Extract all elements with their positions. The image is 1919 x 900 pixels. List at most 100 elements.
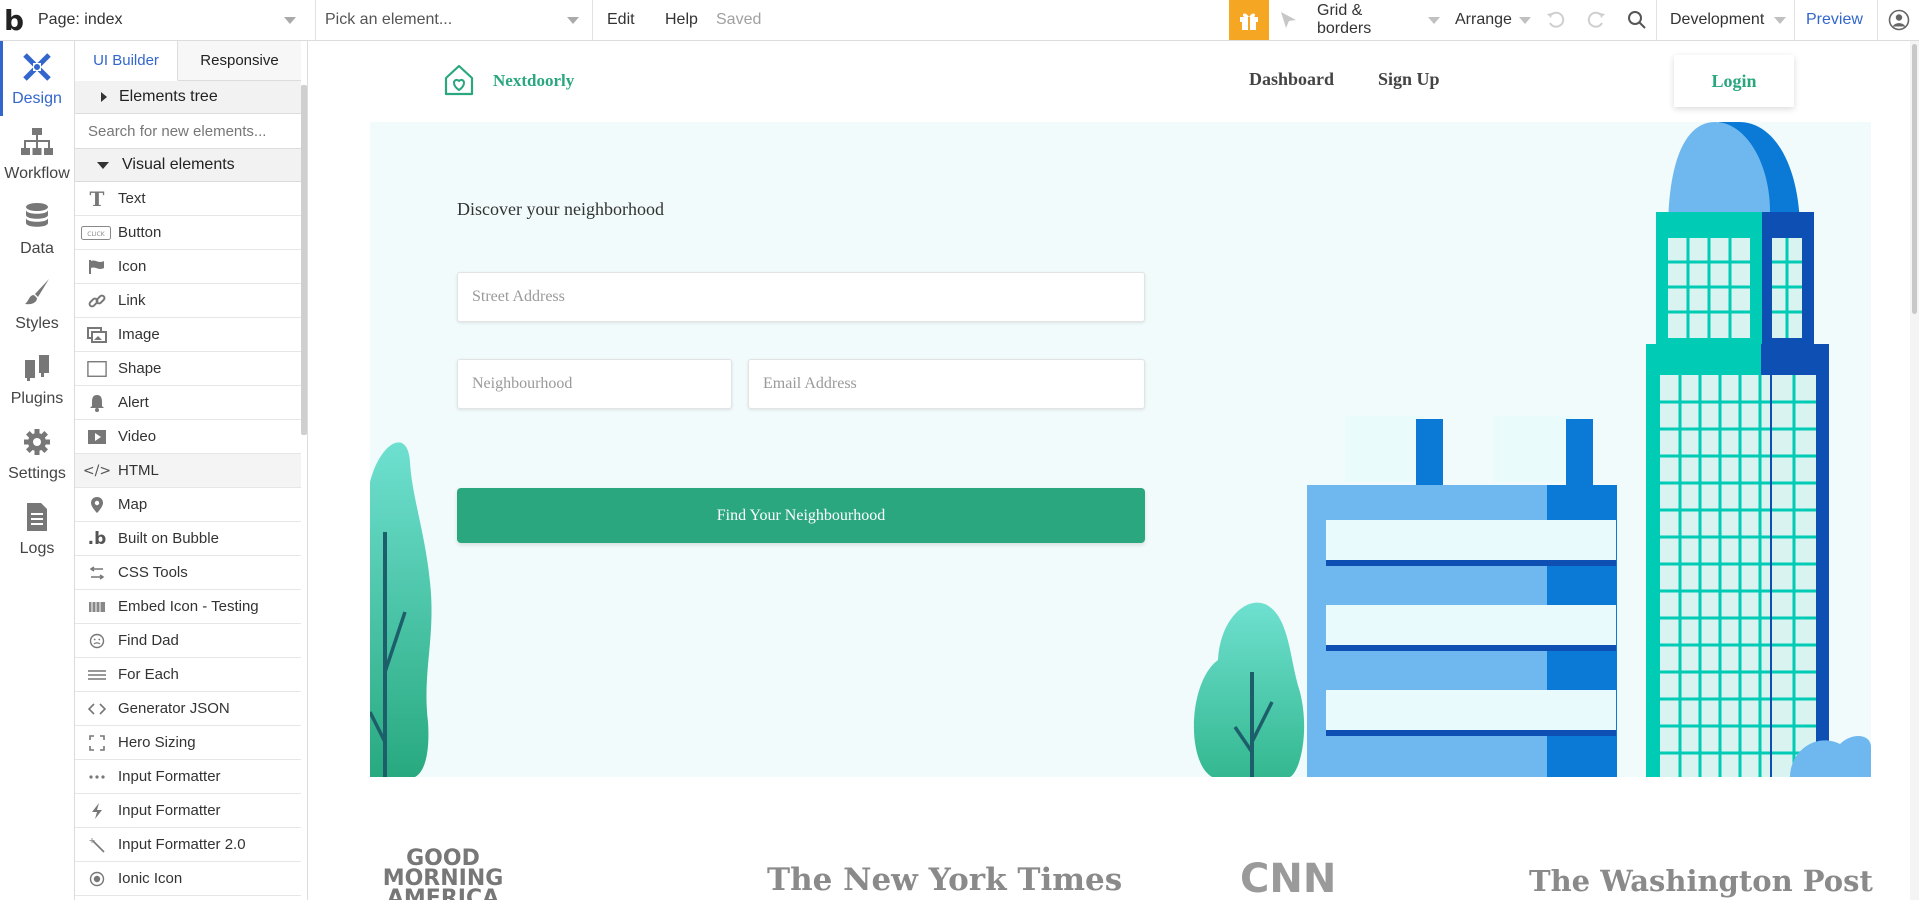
user-avatar-icon (1888, 9, 1910, 31)
dots-icon (87, 768, 107, 786)
element-css-tools[interactable]: CSS Tools (75, 556, 301, 590)
styles-icon (20, 275, 54, 309)
element-embed-icon[interactable]: Embed Icon - Testing (75, 590, 301, 624)
element-html[interactable]: </> HTML (75, 454, 301, 488)
rail-logs[interactable]: Logs (0, 491, 74, 566)
visual-elements-toggle[interactable]: Visual elements (75, 149, 301, 182)
street-address-field[interactable] (457, 272, 1145, 322)
cursor-icon (1281, 12, 1296, 28)
rail-workflow[interactable]: Workflow (0, 116, 74, 191)
tree-illustration-left (370, 442, 432, 777)
element-alert-label: Alert (118, 394, 149, 411)
bubble-logo[interactable]: b (4, 0, 24, 40)
hero-tagline: Discover your neighborhood (457, 199, 664, 219)
element-ionic-icon-label: Ionic Icon (118, 870, 183, 887)
left-rail: Design Workflow Data Styles Plugins Sett… (0, 41, 75, 900)
site-brand[interactable]: Nextdoorly (493, 71, 574, 91)
find-neighbourhood-button[interactable]: Find Your Neighbourhood (457, 488, 1145, 543)
grid-borders-menu[interactable]: Grid & borders (1317, 0, 1440, 40)
element-image[interactable]: Image (75, 318, 301, 352)
rail-data[interactable]: Data (0, 191, 74, 266)
element-input-formatter[interactable]: Input Formatter (75, 760, 301, 794)
panel-scrollbar[interactable] (301, 85, 307, 435)
element-shape[interactable]: Shape (75, 352, 301, 386)
pointer-tool[interactable] (1278, 0, 1300, 40)
edit-menu[interactable]: Edit (607, 0, 635, 40)
element-built-on-bubble[interactable]: .b Built on Bubble (75, 522, 301, 556)
tab-ui-builder[interactable]: UI Builder (75, 41, 178, 81)
rail-styles-label: Styles (15, 315, 59, 332)
canvas-scrollbar[interactable] (1910, 41, 1919, 900)
canvas-scrollbar-thumb[interactable] (1912, 44, 1917, 314)
rail-design[interactable]: Design (0, 41, 74, 116)
element-icon[interactable]: Icon (75, 250, 301, 284)
gift-button[interactable] (1229, 0, 1269, 40)
email-field[interactable] (748, 359, 1145, 409)
nav-login-button[interactable]: Login (1674, 55, 1794, 107)
help-menu[interactable]: Help (665, 0, 698, 40)
elements-tree-toggle[interactable]: Elements tree (75, 81, 301, 114)
element-built-on-bubble-label: Built on Bubble (118, 530, 219, 547)
page-selector[interactable]: Page: index (38, 0, 308, 40)
redo-button[interactable] (1585, 0, 1607, 40)
plugins-icon (20, 350, 54, 384)
data-icon (20, 200, 54, 234)
svg-text:CLICK: CLICK (87, 231, 105, 238)
element-input-formatter-2-label: Input Formatter (118, 802, 221, 819)
rail-plugins-label: Plugins (10, 390, 64, 407)
element-icon-label: Icon (118, 258, 147, 275)
wand-icon (87, 836, 107, 854)
caret-right-icon (101, 92, 107, 102)
face-icon (87, 632, 107, 650)
element-link[interactable]: Link (75, 284, 301, 318)
environment-selector[interactable]: Development (1670, 0, 1788, 40)
environment-label: Development (1670, 11, 1765, 28)
element-alert[interactable]: Alert (75, 386, 301, 420)
neighbourhood-field[interactable] (457, 359, 732, 409)
element-css-tools-label: CSS Tools (118, 564, 188, 581)
rail-settings[interactable]: Settings (0, 416, 74, 491)
element-input-formatter-2[interactable]: Input Formatter (75, 794, 301, 828)
element-text[interactable]: T Text (75, 182, 301, 216)
element-picker[interactable]: Pick an element... (325, 0, 587, 40)
elements-tree-label: Elements tree (119, 88, 218, 105)
element-find-dad-label: Find Dad (118, 632, 179, 649)
element-video-label: Video (118, 428, 157, 445)
arrange-menu[interactable]: Arrange (1455, 0, 1531, 40)
flag-icon (87, 258, 107, 276)
element-generator-json[interactable]: Generator JSON (75, 692, 301, 726)
element-button[interactable]: CLICK Button (75, 216, 301, 250)
element-map[interactable]: Map (75, 488, 301, 522)
element-embed-icon-label: Embed Icon - Testing (118, 598, 259, 615)
top-bar: b Page: index Pick an element... Edit He… (0, 0, 1919, 41)
element-ionic-icon[interactable]: Ionic Icon (75, 862, 301, 896)
brackets-icon (87, 700, 107, 718)
element-input-formatter-2-0[interactable]: Input Formatter 2.0 (75, 828, 301, 862)
bell-icon (87, 394, 107, 412)
help-menu-label: Help (665, 11, 698, 28)
workflow-icon (20, 125, 54, 159)
code-icon: </> (82, 462, 112, 479)
element-search-input[interactable] (75, 115, 301, 149)
nav-sign-up[interactable]: Sign Up (1378, 69, 1440, 90)
preview-button[interactable]: Preview (1806, 0, 1863, 40)
account-button[interactable] (1888, 0, 1910, 40)
nav-dashboard[interactable]: Dashboard (1249, 69, 1334, 90)
rail-data-label: Data (20, 240, 54, 257)
element-html-label: HTML (118, 462, 159, 479)
element-hero-sizing[interactable]: Hero Sizing (75, 726, 301, 760)
visual-elements-label: Visual elements (122, 156, 235, 173)
element-for-each[interactable]: For Each (75, 658, 301, 692)
edit-menu-label: Edit (607, 11, 635, 28)
design-canvas[interactable]: Nextdoorly Dashboard Sign Up Login Disco… (309, 41, 1909, 900)
element-find-dad[interactable]: Find Dad (75, 624, 301, 658)
tab-responsive[interactable]: Responsive (178, 41, 301, 81)
undo-icon (1547, 11, 1565, 28)
rail-styles[interactable]: Styles (0, 266, 74, 341)
search-button[interactable] (1626, 0, 1648, 40)
rail-plugins[interactable]: Plugins (0, 341, 74, 416)
element-video[interactable]: Video (75, 420, 301, 454)
city-building-illustration (1193, 122, 1871, 777)
gift-icon (1240, 13, 1258, 30)
undo-button[interactable] (1545, 0, 1567, 40)
